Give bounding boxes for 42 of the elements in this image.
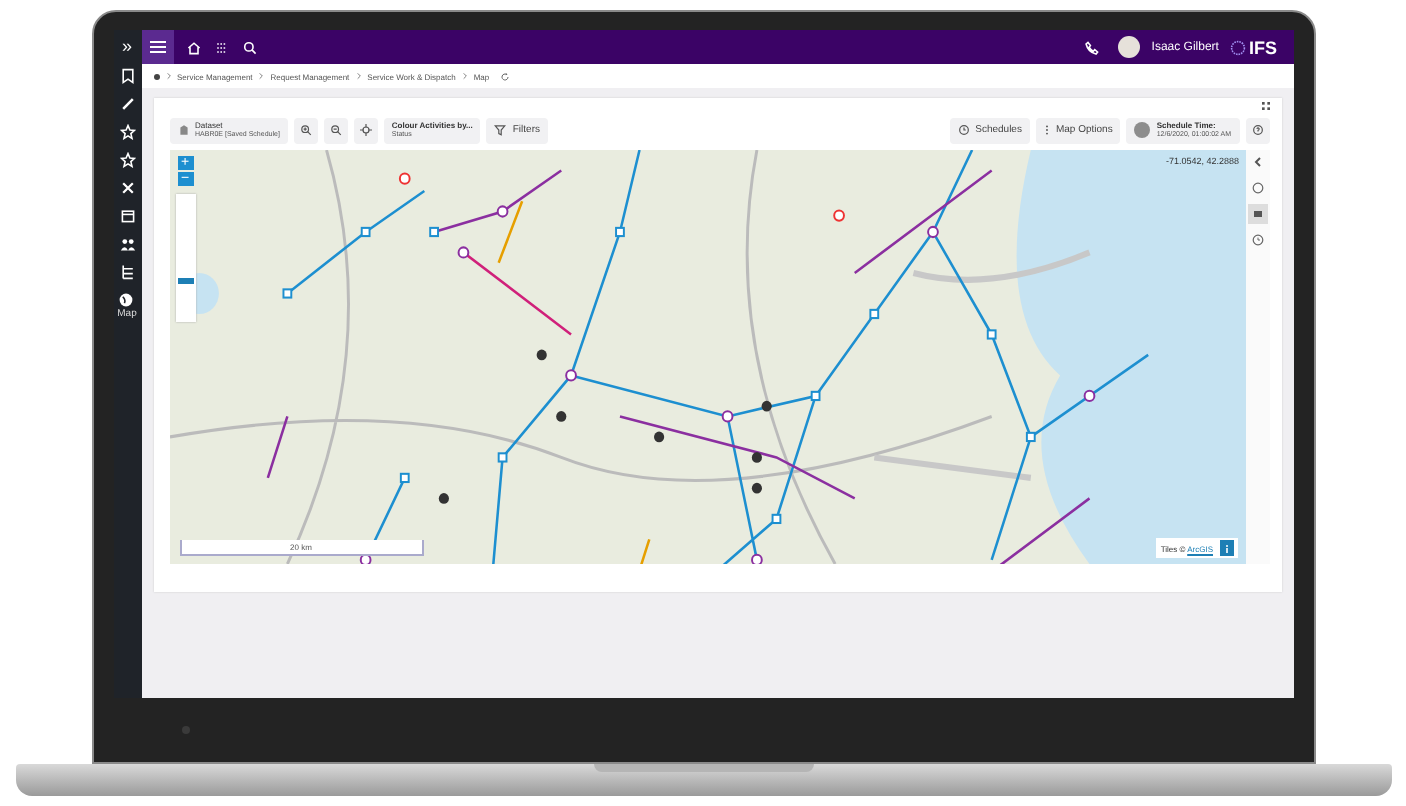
pencil-icon[interactable] — [119, 96, 135, 112]
star-icon[interactable] — [119, 124, 135, 140]
building-icon — [177, 124, 189, 136]
zoom-out-button[interactable] — [323, 117, 348, 143]
home-dot-icon[interactable] — [153, 73, 159, 79]
chevron-icon[interactable] — [1251, 156, 1263, 168]
info-icon — [1223, 543, 1229, 553]
info-button[interactable] — [1219, 540, 1233, 556]
tree-icon[interactable] — [119, 264, 135, 280]
filter-icon — [494, 124, 507, 136]
search-icon[interactable] — [241, 39, 257, 55]
zoom-in-icon — [299, 124, 312, 136]
layers-icon[interactable] — [1251, 208, 1263, 220]
help-button[interactable] — [1245, 117, 1269, 143]
zoom-slider-thumb[interactable] — [177, 277, 193, 284]
globe-icon[interactable] — [118, 292, 135, 308]
zoom-in-button[interactable] — [293, 117, 318, 143]
avatar[interactable] — [1117, 36, 1140, 58]
zoom-out-icon — [329, 124, 342, 136]
expand-icon[interactable] — [1261, 102, 1269, 110]
zoom-slider-track[interactable] — [175, 194, 195, 322]
expand-sidebar-button[interactable]: » — [121, 36, 132, 56]
home-icon[interactable] — [185, 39, 201, 55]
star-icon[interactable] — [119, 152, 135, 168]
chevron-icon — [165, 72, 171, 80]
bookmark-icon[interactable] — [119, 68, 135, 84]
people-icon[interactable] — [119, 236, 135, 252]
chevron-icon — [258, 72, 265, 80]
menu-icon[interactable] — [141, 30, 173, 64]
refresh-icon[interactable] — [499, 71, 510, 81]
chevron-icon — [461, 72, 468, 80]
crosshair-icon — [359, 124, 372, 136]
phone-icon[interactable] — [1083, 39, 1100, 55]
logo-swirl-icon — [1230, 39, 1247, 55]
history-icon[interactable] — [1251, 234, 1263, 246]
status-circle-icon — [1134, 122, 1151, 138]
grid-icon[interactable] — [213, 39, 229, 55]
help-icon — [1251, 124, 1263, 136]
chevron-icon — [355, 72, 362, 80]
recenter-button[interactable] — [353, 117, 378, 143]
calendar-icon[interactable] — [119, 208, 135, 224]
logo: IFS — [1248, 37, 1277, 57]
